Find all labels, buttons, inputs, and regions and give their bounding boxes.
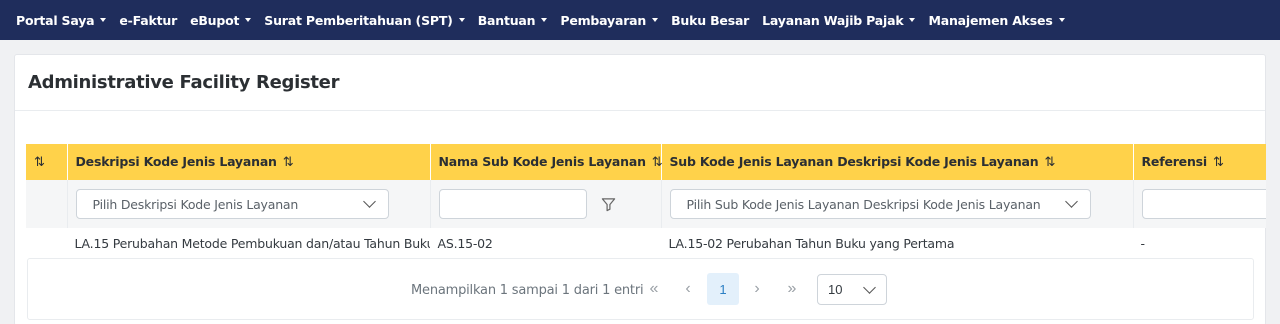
column-label: Nama Sub Kode Jenis Layanan: [438, 154, 646, 169]
page-title: Administrative Facility Register: [28, 72, 340, 93]
nav-label: Manajemen Akses: [928, 12, 1053, 28]
table-header-row: ⇅ Deskripsi Kode Jenis Layanan ⇅ Nama Sub…: [26, 144, 1266, 180]
nav-label: Bantuan: [477, 12, 536, 28]
column-header-nama-sub[interactable]: Nama Sub Kode Jenis Layanan ⇅: [430, 144, 663, 180]
nav-label: e-Faktur: [119, 12, 178, 28]
chevron-right-icon[interactable]: ›: [741, 273, 773, 305]
chevron-left-icon[interactable]: ‹: [672, 273, 704, 305]
nav-label: Layanan Wajib Pajak: [762, 12, 904, 28]
nav-label: Portal Saya: [16, 12, 95, 28]
nav-pembayaran[interactable]: Pembayaran: [560, 12, 659, 28]
sort-icon[interactable]: ⇅: [652, 155, 663, 170]
caret-down-icon: [652, 18, 659, 22]
double-chevron-left-icon[interactable]: «: [638, 273, 670, 305]
nama-sub-filter-input[interactable]: [438, 189, 587, 219]
chevron-down-icon: [1064, 195, 1078, 208]
caret-down-icon: [541, 18, 548, 22]
caret-down-icon: [1058, 18, 1065, 22]
nav-label: eBupot: [190, 12, 240, 28]
column-label: Referensi: [1141, 154, 1208, 169]
double-chevron-right-icon[interactable]: »: [776, 273, 808, 305]
nav-ebupot[interactable]: eBupot: [190, 12, 252, 28]
filter-row: Pilih Deskripsi Kode Jenis Layanan Pilih…: [26, 180, 1266, 228]
filter-icon[interactable]: [601, 197, 616, 212]
filter-cell-referensi: [1133, 180, 1266, 228]
nav-spt[interactable]: Surat Pemberitahuan (SPT): [264, 12, 465, 28]
column-header-deskripsi[interactable]: Deskripsi Kode Jenis Layanan ⇅: [67, 144, 431, 180]
top-navbar: Portal Saya e-Faktur eBupot Surat Pember…: [0, 0, 1280, 40]
nav-label: Surat Pemberitahuan (SPT): [264, 12, 453, 28]
nav-bantuan[interactable]: Bantuan: [478, 13, 548, 28]
table-row[interactable]: LA.15 Perubahan Metode Pembukuan dan/ata…: [26, 228, 1266, 259]
deskripsi-filter-select[interactable]: Pilih Deskripsi Kode Jenis Layanan: [75, 189, 389, 219]
nav-buku-besar[interactable]: Buku Besar: [671, 13, 749, 28]
register-table-wrap: ⇅ Deskripsi Kode Jenis Layanan ⇅ Nama Sub…: [26, 144, 1266, 264]
sort-icon[interactable]: ⇅: [34, 155, 45, 170]
sort-icon[interactable]: ⇅: [1213, 155, 1224, 170]
chevron-down-icon: [863, 280, 876, 294]
register-table: ⇅ Deskripsi Kode Jenis Layanan ⇅ Nama Sub…: [26, 144, 1266, 259]
pagination-summary: Menampilkan 1 sampai 1 dari 1 entri: [411, 283, 644, 298]
column-header-referensi[interactable]: Referensi ⇅: [1133, 144, 1266, 180]
card-header: Administrative Facility Register: [15, 55, 1265, 111]
page-size-select[interactable]: 10: [817, 274, 887, 305]
column-header-sub-kode[interactable]: Sub Kode Jenis Layanan Deskripsi Kode Je…: [661, 144, 1134, 180]
caret-down-icon: [245, 18, 252, 22]
filter-cell-nama-sub: [430, 180, 662, 228]
sort-icon[interactable]: ⇅: [283, 155, 294, 170]
caret-down-icon: [100, 18, 107, 22]
nav-portal-saya[interactable]: Portal Saya: [16, 12, 107, 28]
page-button-current[interactable]: 1: [707, 273, 739, 305]
nav-manajemen-akses[interactable]: Manajemen Akses: [928, 12, 1065, 28]
column-label: Sub Kode Jenis Layanan Deskripsi Kode Je…: [669, 154, 1039, 169]
table-cell-sub-kode: LA.15-02 Perubahan Tahun Buku yang Perta…: [661, 228, 1134, 259]
page-size-value: 10: [828, 282, 843, 297]
filter-cell-empty: [26, 180, 68, 228]
column-header-select[interactable]: ⇅: [26, 144, 68, 180]
nav-e-faktur[interactable]: e-Faktur: [119, 13, 177, 28]
caret-down-icon: [909, 18, 916, 22]
table-cell: [26, 228, 68, 259]
caret-down-icon: [458, 18, 465, 22]
nav-label: Pembayaran: [560, 12, 647, 28]
chevron-down-icon: [362, 195, 376, 208]
referensi-filter-input[interactable]: [1141, 189, 1266, 219]
table-cell-nama-sub: AS.15-02: [430, 228, 662, 259]
column-label: Deskripsi Kode Jenis Layanan: [75, 154, 277, 169]
filter-cell-deskripsi: Pilih Deskripsi Kode Jenis Layanan: [67, 180, 431, 228]
sort-icon[interactable]: ⇅: [1044, 155, 1055, 170]
nav-layanan-wajib-pajak[interactable]: Layanan Wajib Pajak: [762, 12, 916, 28]
page-edge: [1268, 40, 1280, 324]
select-placeholder: Pilih Sub Kode Jenis Layanan Deskripsi K…: [686, 196, 1041, 212]
table-cell-referensi: -: [1133, 228, 1266, 259]
select-placeholder: Pilih Deskripsi Kode Jenis Layanan: [92, 196, 299, 212]
filter-cell-sub-kode: Pilih Sub Kode Jenis Layanan Deskripsi K…: [661, 180, 1134, 228]
table-cell-deskripsi: LA.15 Perubahan Metode Pembukuan dan/ata…: [67, 228, 431, 259]
paginator: Menampilkan 1 sampai 1 dari 1 entri « ‹ …: [27, 258, 1254, 320]
nav-label: Buku Besar: [671, 12, 750, 28]
sub-kode-filter-select[interactable]: Pilih Sub Kode Jenis Layanan Deskripsi K…: [669, 189, 1091, 219]
